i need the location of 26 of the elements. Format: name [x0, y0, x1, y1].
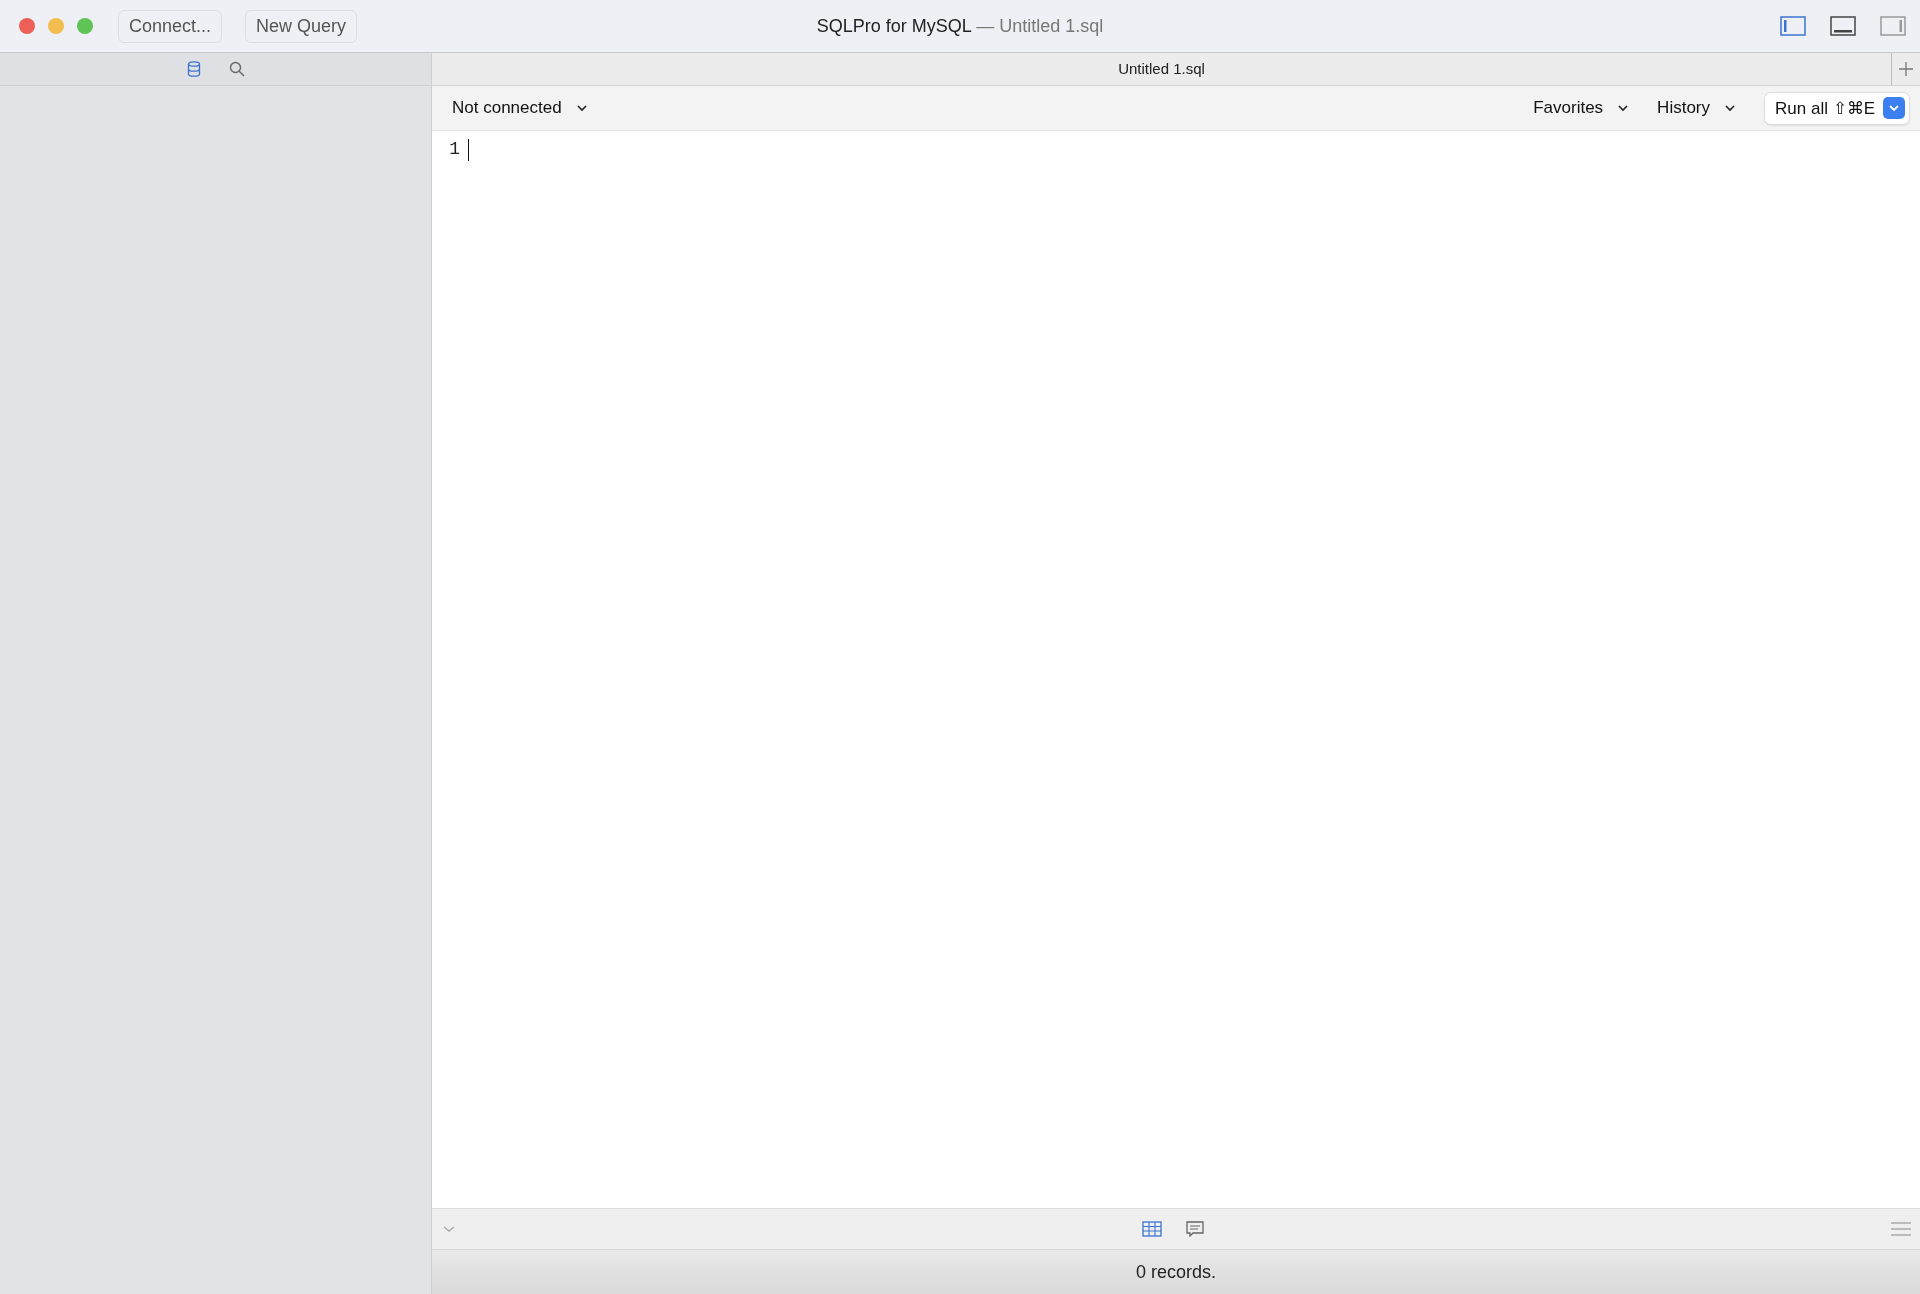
database-icon[interactable] [186, 61, 201, 77]
records-count: 0 records. [1135, 1261, 1216, 1283]
run-all-button[interactable]: Run all ⇧⌘E [1765, 95, 1875, 121]
close-button[interactable] [19, 18, 35, 34]
bottom-panel-toggle-icon[interactable] [1830, 16, 1856, 36]
menu-dropdown[interactable]: History [1657, 98, 1750, 118]
add-tab-icon[interactable] [1898, 61, 1914, 77]
toolbar-button[interactable]: Connect... [118, 9, 223, 43]
message-icon[interactable] [1186, 1221, 1204, 1237]
menu-dropdown[interactable]: Favorites [1533, 98, 1644, 118]
minimize-button[interactable] [48, 18, 64, 34]
connection-dropdown[interactable]: Not connected [452, 98, 602, 118]
chevron-icon [1724, 104, 1736, 112]
menu-icon[interactable] [1890, 1221, 1912, 1237]
window-title: SQLPro for MySQL — Untitled 1.sql [816, 15, 1104, 37]
chevron-icon [575, 104, 588, 112]
chevron-icon [1617, 104, 1630, 112]
caret-icon[interactable] [1883, 97, 1905, 119]
zoom-button[interactable] [77, 18, 93, 34]
line-number: 1 [448, 139, 460, 159]
right-panel-toggle-icon[interactable] [1880, 16, 1906, 36]
search-icon[interactable] [228, 61, 245, 77]
toolbar-button[interactable]: New Query [245, 9, 358, 43]
chevron-icon[interactable] [442, 1224, 456, 1234]
left-panel-toggle-icon[interactable] [1780, 16, 1806, 36]
table-grid-icon[interactable] [1142, 1221, 1162, 1237]
